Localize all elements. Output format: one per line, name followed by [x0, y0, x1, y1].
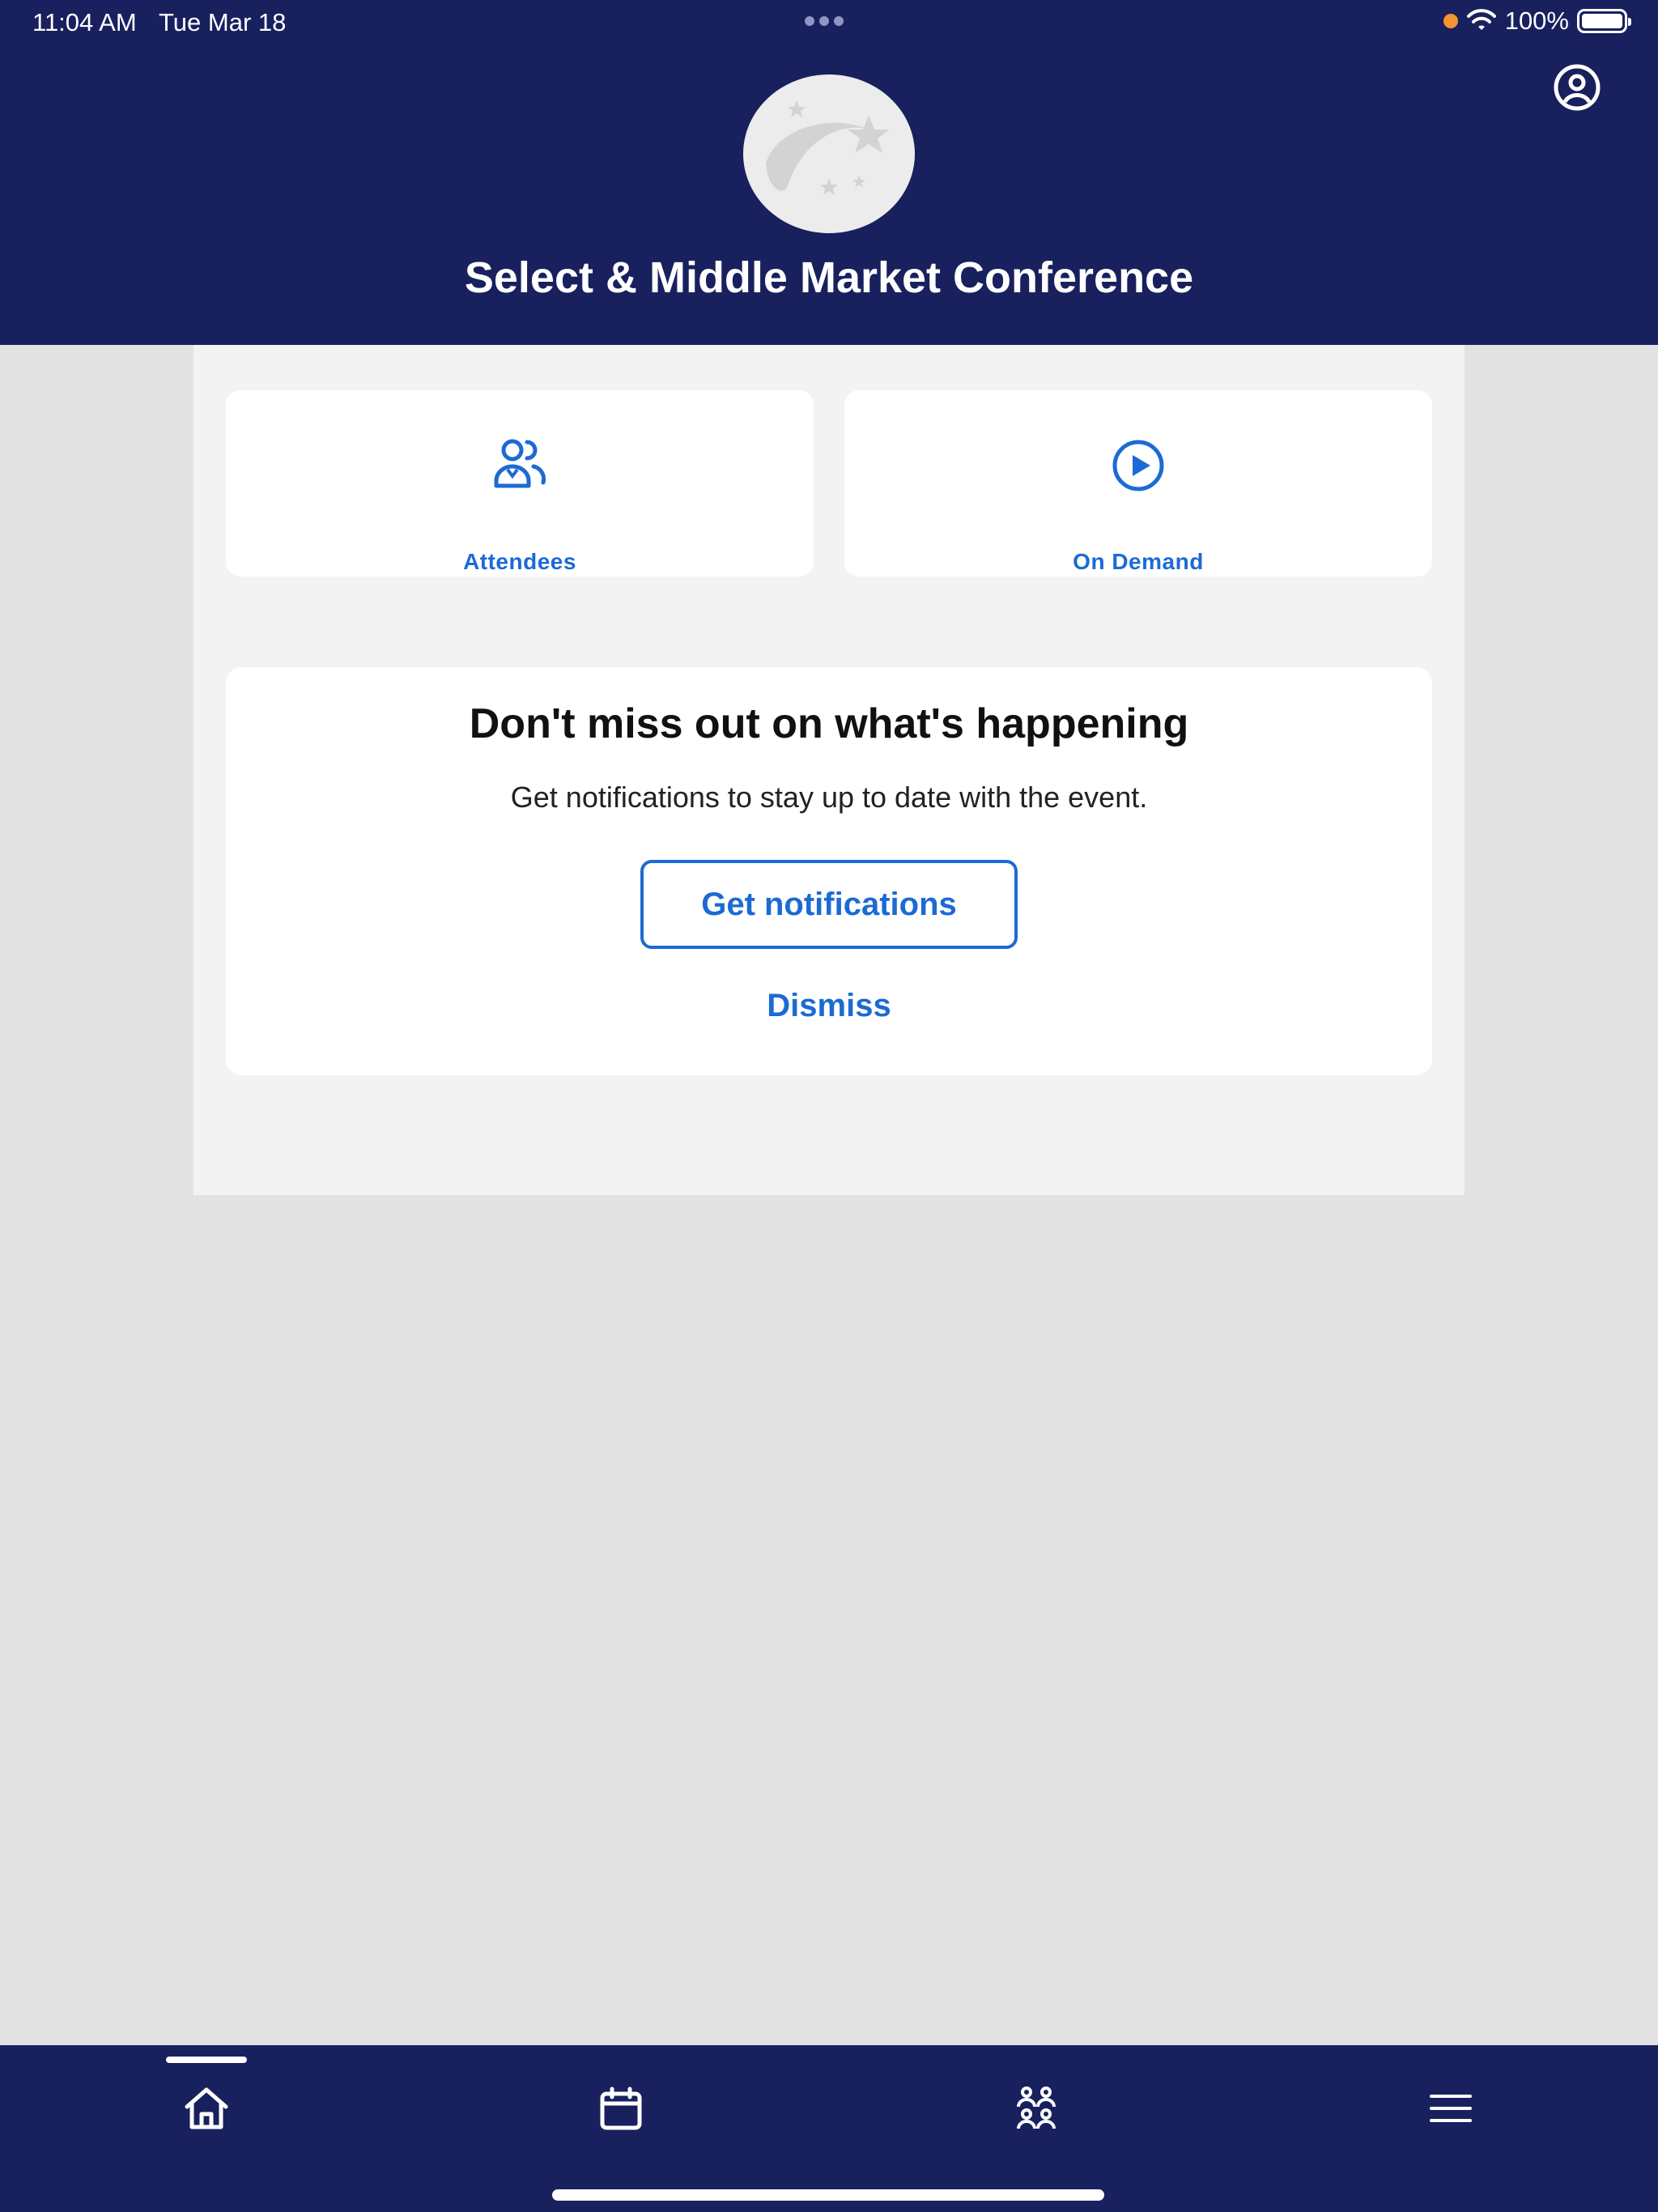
home-icon: [185, 2087, 228, 2129]
app-header: 11:04 AM Tue Mar 18 100% Select & Middle…: [0, 0, 1658, 345]
selected-tab-indicator: [166, 2057, 247, 2063]
play-circle-icon: [1098, 437, 1179, 502]
dismiss-button[interactable]: Dismiss: [226, 988, 1432, 1024]
status-bar: 11:04 AM Tue Mar 18 100%: [0, 0, 1658, 45]
home-indicator-bar[interactable]: [552, 2189, 1104, 2201]
notification-prompt-title: Don't miss out on what's happening: [469, 700, 1189, 747]
on-demand-tile[interactable]: On Demand: [844, 390, 1432, 576]
recording-dot-icon: [1443, 14, 1458, 28]
tab-people[interactable]: [1004, 2076, 1069, 2141]
profile-icon[interactable]: [1553, 63, 1601, 112]
tab-menu[interactable]: [1418, 2076, 1483, 2141]
battery-icon: [1577, 9, 1631, 33]
on-demand-label: On Demand: [1073, 549, 1204, 574]
battery-percent: 100%: [1504, 6, 1569, 35]
get-notifications-button[interactable]: Get notifications: [640, 860, 1018, 949]
status-date: Tue Mar 18: [159, 8, 287, 36]
tab-home[interactable]: [174, 2076, 239, 2141]
multitasking-dots-icon[interactable]: [805, 16, 844, 26]
calendar-icon: [600, 2087, 642, 2130]
attendees-tile[interactable]: Attendees: [226, 390, 814, 576]
people-group-icon: [1017, 2087, 1056, 2129]
notification-prompt-card: Don't miss out on what's happening Get n…: [226, 667, 1432, 1075]
notification-prompt-subtitle: Get notifications to stay up to date wit…: [510, 781, 1148, 814]
event-logo: [743, 74, 915, 233]
shooting-star-icon: [766, 100, 890, 195]
status-indicators: 100%: [1443, 6, 1631, 36]
status-time: 11:04 AM: [32, 8, 137, 36]
event-title: Select & Middle Market Conference: [464, 253, 1194, 302]
bottom-tab-bar: [0, 2045, 1658, 2212]
home-content-panel: Attendees On Demand Don't miss out on wh…: [193, 345, 1465, 1195]
attendees-icon: [479, 437, 560, 502]
hamburger-menu-icon: [1430, 2095, 1472, 2122]
tab-agenda[interactable]: [589, 2076, 653, 2141]
wifi-icon: [1466, 9, 1496, 30]
attendees-label: Attendees: [463, 549, 576, 574]
